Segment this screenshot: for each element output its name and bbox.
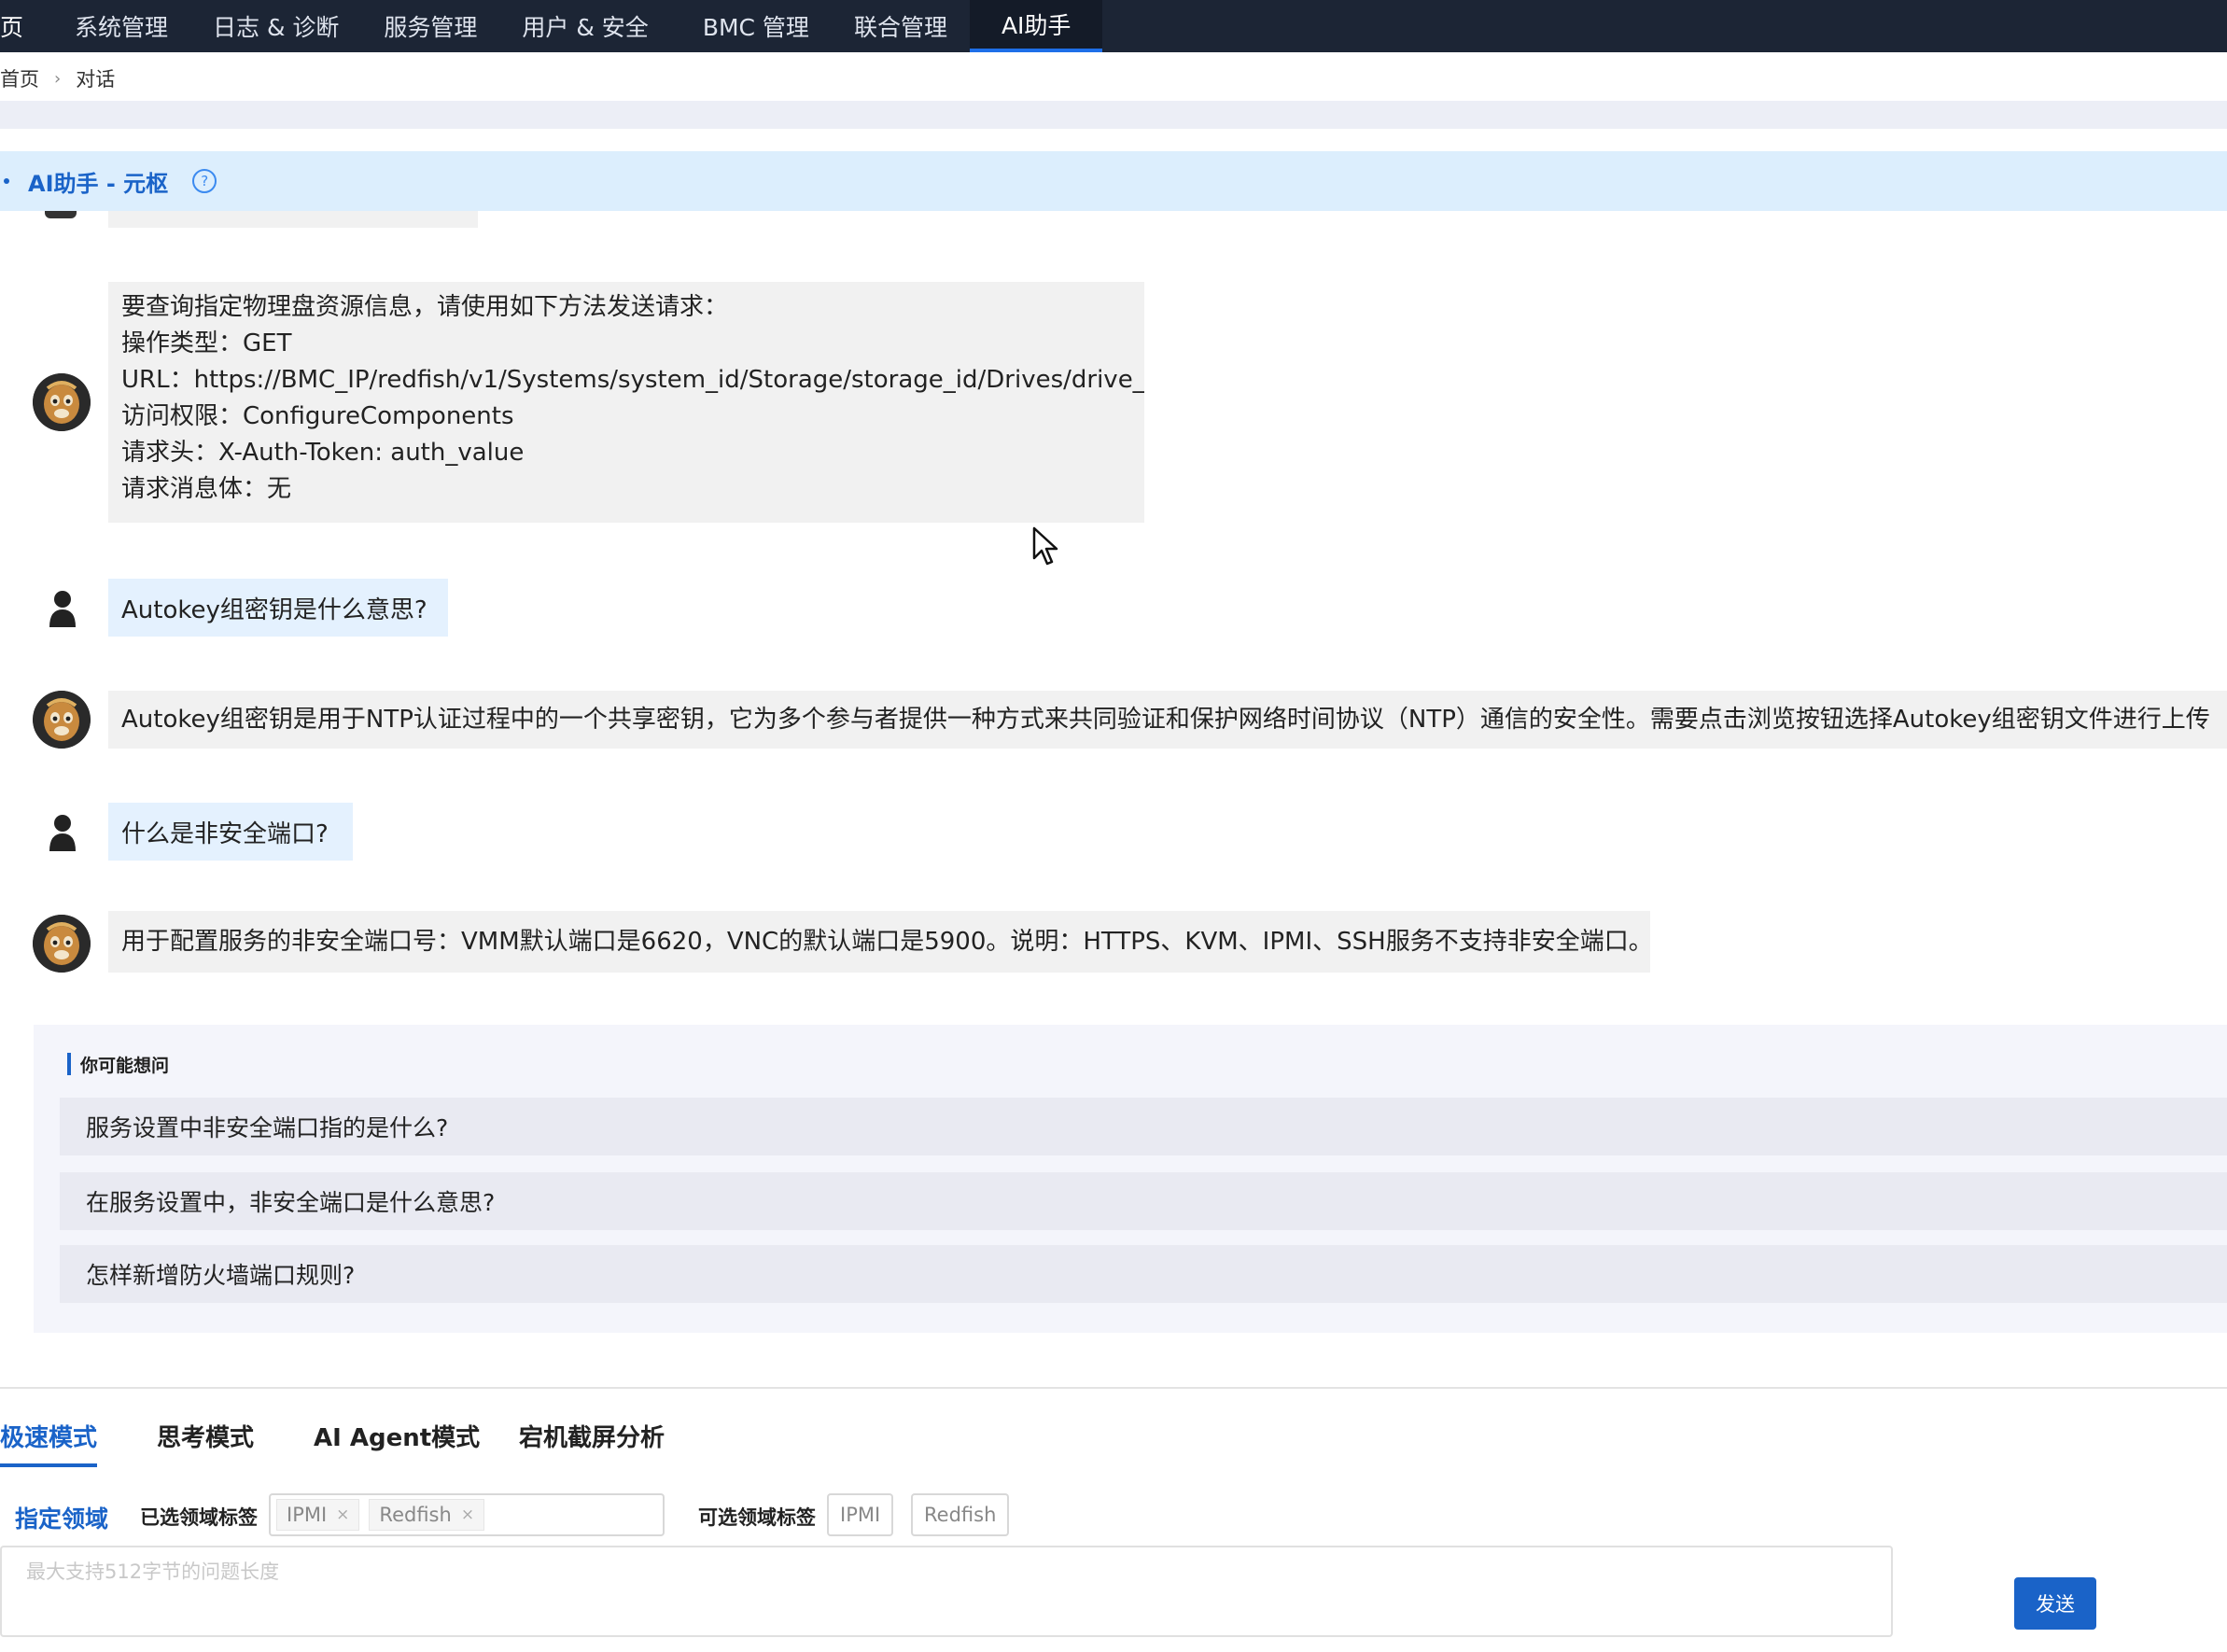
message-line: 操作类型：GET [121, 329, 292, 357]
selected-tag-ipmi: IPMI × [276, 1499, 360, 1531]
selected-tag-redfish: Redfish × [369, 1499, 485, 1531]
suggestion-item[interactable]: 服务设置中非安全端口指的是什么? [60, 1098, 2227, 1155]
suggestion-item[interactable]: 怎样新增防火墙端口规则? [60, 1245, 2227, 1303]
breadcrumb-current: 对话 [76, 68, 116, 91]
optional-tag-ipmi[interactable]: IPMI [827, 1493, 894, 1536]
message-line: URL：https://BMC_IP/redfish/v1/Systems/sy… [121, 366, 1144, 394]
tab-thinking-mode[interactable]: 思考模式 [157, 1419, 254, 1467]
bot-message-1: 要查询指定物理盘资源信息，请使用如下方法发送请求： 操作类型：GET URL：h… [108, 282, 1144, 523]
bot-message-2: Autokey组密钥是用于NTP认证过程中的一个共享密钥，它为多个参与者提供一种… [108, 691, 2227, 749]
nav-item-logs[interactable]: 日志 & 诊断 [190, 0, 361, 52]
optional-tag-redfish[interactable]: Redfish [911, 1493, 1010, 1536]
user-avatar-clipped [45, 211, 77, 218]
message-line: 要查询指定物理盘资源信息，请使用如下方法发送请求： [121, 293, 729, 321]
domain-label[interactable]: 指定领域 [15, 1501, 108, 1534]
close-icon[interactable]: × [461, 1505, 474, 1524]
nav-item-system[interactable]: 系统管理 [52, 0, 190, 52]
header-band [0, 101, 2227, 129]
message-line: 访问权限：ConfigureComponents [121, 402, 514, 430]
top-navigation: 页 系统管理 日志 & 诊断 服务管理 用户 & 安全 BMC 管理 联合管理 … [0, 0, 2227, 52]
nav-item-services[interactable]: 服务管理 [361, 0, 499, 52]
close-icon[interactable]: × [336, 1505, 349, 1524]
user-message-2: 什么是非安全端口? [108, 803, 353, 861]
breadcrumb-home[interactable]: 首页 [0, 64, 39, 92]
bot-avatar [33, 373, 91, 431]
selected-tags-input[interactable]: IPMI × Redfish × [269, 1493, 665, 1536]
bot-message-3: 用于配置服务的非安全端口号：VMM默认端口是6620，VNC的默认端口是5900… [108, 911, 1650, 973]
question-input[interactable] [0, 1546, 1893, 1637]
user-avatar [47, 590, 78, 627]
user-avatar [47, 814, 78, 851]
message-line: 请求头：X-Auth-Token: auth_value [121, 439, 525, 467]
panel-header: AI助手 - 元枢 ? [0, 151, 2227, 211]
chevron-right-icon: › [54, 68, 62, 89]
breadcrumb: 首页 › 对话 [0, 62, 115, 95]
bot-avatar [33, 691, 91, 749]
nav-item-home-fragment[interactable]: 页 [0, 9, 24, 43]
tab-crash-screenshot-analysis[interactable]: 宕机截屏分析 [519, 1419, 665, 1467]
nav-item-ai-assistant[interactable]: AI助手 [969, 0, 1103, 52]
panel-title: AI助手 - 元枢 [28, 170, 169, 197]
divider [0, 1387, 2227, 1389]
tab-ai-agent-mode[interactable]: AI Agent模式 [314, 1419, 480, 1467]
nav-item-bmc[interactable]: BMC 管理 [671, 0, 832, 52]
mouse-cursor-icon [1032, 526, 1058, 566]
message-line: 请求消息体：无 [121, 475, 292, 503]
bullet-icon [4, 178, 9, 184]
user-message-1: Autokey组密钥是什么意思? [108, 579, 448, 637]
nav-item-users-security[interactable]: 用户 & 安全 [499, 0, 670, 52]
message-clipped [108, 211, 478, 228]
optional-tags-label: 可选领域标签 [698, 1506, 816, 1529]
suggestion-item[interactable]: 在服务设置中，非安全端口是什么意思? [60, 1172, 2227, 1230]
selected-tags-label: 已选领域标签 [140, 1506, 258, 1529]
help-icon[interactable]: ? [192, 169, 217, 193]
tag-label: Redfish [379, 1504, 452, 1526]
bot-avatar [33, 915, 91, 973]
suggestions-title: 你可能想问 [67, 1053, 169, 1076]
tag-label: IPMI [287, 1504, 328, 1526]
tab-fast-mode[interactable]: 极速模式 [0, 1419, 98, 1467]
nav-item-federation[interactable]: 联合管理 [832, 0, 970, 52]
send-button[interactable]: 发送 [2014, 1577, 2096, 1630]
